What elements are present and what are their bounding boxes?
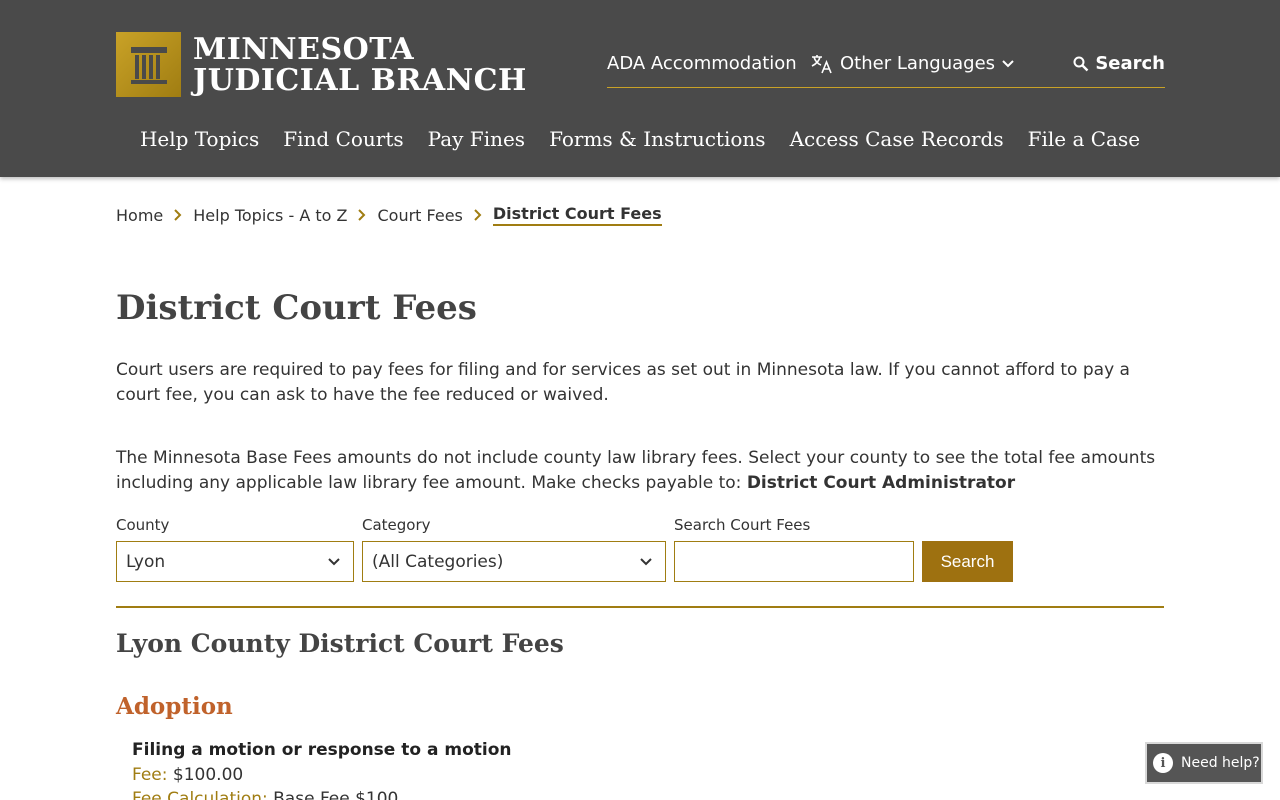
utility-bar: ADA Accommodation Other Languages Search (607, 52, 1165, 88)
nav-help-topics[interactable]: Help Topics (140, 127, 259, 151)
nav-file-a-case[interactable]: File a Case (1028, 127, 1140, 151)
search-fees-button[interactable]: Search (922, 541, 1013, 582)
fee-calc-value: Base Fee $100 (273, 789, 399, 800)
nav-pay-fines[interactable]: Pay Fines (428, 127, 525, 151)
logo-line1: MINNESOTA (193, 32, 415, 67)
translate-icon (811, 55, 832, 74)
other-languages-button[interactable]: Other Languages (810, 52, 1015, 76)
fee-calc-label: Fee Calculation: (132, 789, 268, 800)
intro-end: . (603, 384, 609, 405)
header-search-button[interactable]: Search (1073, 52, 1165, 76)
logo-icon[interactable] (116, 32, 181, 97)
chevron-down-icon (640, 557, 652, 565)
category-label: Category (362, 516, 431, 534)
breadcrumb-home[interactable]: Home (116, 206, 163, 225)
header-search-label: Search (1095, 53, 1165, 74)
logo-text[interactable]: MINNESOTA JUDICIAL BRANCH (193, 34, 527, 96)
base-fees-paragraph: The Minnesota Base Fees amounts do not i… (116, 446, 1166, 495)
divider (116, 606, 1164, 608)
chevron-right-icon (173, 208, 183, 222)
category-title: Adoption (116, 693, 233, 720)
need-help-label: Need help? (1181, 755, 1260, 771)
search-fees-label: Search Court Fees (674, 516, 811, 534)
payable-to: District Court Administrator (746, 472, 1016, 493)
category-select[interactable]: (All Categories) (362, 541, 666, 582)
breadcrumb-current: District Court Fees (492, 204, 662, 226)
fee-label: Fee: (132, 765, 168, 785)
fee-item-name: Filing a motion or response to a motion (132, 740, 512, 760)
breadcrumb-court-fees[interactable]: Court Fees (377, 206, 462, 225)
intro-text: Court users are required to pay fees for… (116, 360, 1130, 405)
county-label: County (116, 516, 170, 534)
fee-amount-line: Fee: $100.00 (132, 765, 243, 785)
fee-waiver-link[interactable]: ask to have the fee reduced or waived (276, 385, 604, 405)
info-icon: i (1153, 753, 1173, 773)
need-help-button[interactable]: i Need help? (1145, 742, 1263, 784)
main-nav: Help Topics Find Courts Pay Fines Forms … (0, 127, 1280, 151)
chevron-right-icon (473, 208, 483, 222)
page-title: District Court Fees (116, 288, 477, 328)
fee-value: $100.00 (172, 765, 244, 785)
nav-forms-instructions[interactable]: Forms & Instructions (549, 127, 765, 151)
breadcrumb: Home Help Topics - A to Z Court Fees Dis… (116, 204, 662, 226)
category-select-value: (All Categories) (372, 551, 504, 572)
nav-access-case-records[interactable]: Access Case Records (790, 127, 1004, 151)
other-languages-label: Other Languages (840, 53, 996, 74)
search-fees-input[interactable] (674, 541, 914, 582)
chevron-down-icon (328, 557, 340, 565)
chevron-right-icon (357, 208, 367, 222)
fee-calc-line: Fee Calculation: Base Fee $100 (132, 789, 398, 800)
county-select[interactable]: Lyon (116, 541, 354, 582)
ada-link[interactable]: ADA Accommodation (607, 52, 797, 76)
county-fees-title: Lyon County District Court Fees (116, 629, 564, 658)
chevron-down-icon (1002, 60, 1014, 68)
breadcrumb-help-topics[interactable]: Help Topics - A to Z (193, 206, 347, 225)
nav-find-courts[interactable]: Find Courts (283, 127, 403, 151)
county-select-value: Lyon (126, 551, 166, 572)
intro-paragraph: Court users are required to pay fees for… (116, 358, 1166, 407)
site-header: MINNESOTA JUDICIAL BRANCH ADA Accommodat… (0, 0, 1280, 177)
logo-line2: JUDICIAL BRANCH (193, 63, 527, 98)
search-icon (1073, 56, 1089, 72)
